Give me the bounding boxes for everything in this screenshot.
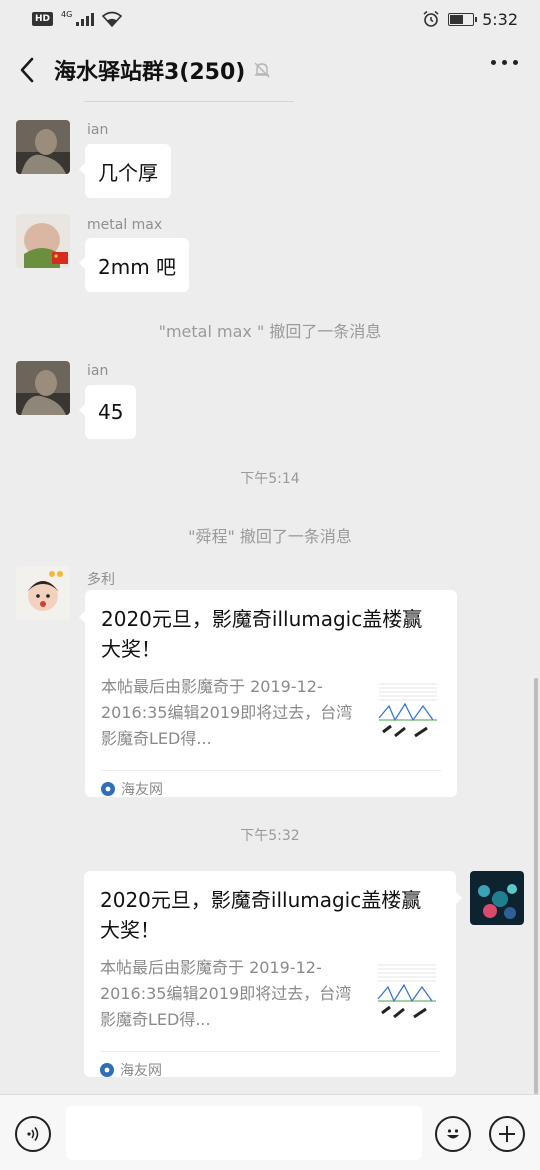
clock: 5:32 — [482, 9, 518, 29]
chat-title[interactable]: 海水驿站群3(250) — [54, 54, 245, 86]
message-bubble[interactable]: 45 — [78, 385, 137, 439]
source-logo-icon — [100, 1062, 114, 1077]
source-logo-icon — [101, 781, 115, 796]
status-right: 5:32 — [422, 10, 518, 29]
card-title: 2020元旦，影魔奇illumagic盖楼赢大奖！ — [101, 607, 423, 661]
chat-header: 海水驿站群3(250) — [0, 38, 540, 102]
avatar-metal-max[interactable] — [16, 214, 70, 268]
message-input[interactable] — [66, 1106, 422, 1160]
sender-name: ian — [87, 122, 109, 138]
voice-icon — [27, 1127, 39, 1141]
wifi-icon — [102, 11, 123, 27]
more-button[interactable] — [491, 60, 518, 65]
battery-icon — [448, 12, 478, 26]
message-bubble[interactable]: 2mm 吧 — [78, 238, 190, 292]
message-text: 45 — [98, 400, 124, 424]
message-text: 几个厚 — [98, 160, 158, 185]
signal-icon — [76, 12, 95, 26]
network-type: 4G — [61, 9, 73, 19]
emoji-icon — [447, 1129, 459, 1139]
input-bar — [0, 1094, 540, 1170]
emoji-button[interactable] — [435, 1116, 471, 1152]
header-divider — [84, 101, 294, 102]
mute-indicator — [253, 61, 271, 79]
plus-icon — [499, 1126, 515, 1142]
card-thumbnail — [375, 676, 441, 748]
scrollbar[interactable] — [534, 678, 538, 1094]
link-card[interactable]: 2020元旦，影魔奇illumagic盖楼赢大奖！ 本帖最后由影魔奇于 2019… — [79, 590, 457, 798]
card-source: 海友网 — [120, 1062, 162, 1079]
status-bar: HD 4G 5:32 — [0, 0, 540, 38]
sender-name: 多利 — [87, 572, 115, 588]
card-footer: 海友网 — [100, 1051, 440, 1087]
card-description: 本帖最后由影魔奇于 2019-12-2016:35编辑2019即将过去，台湾影魔… — [101, 677, 353, 748]
alarm-icon — [423, 10, 439, 27]
timestamp: 下午5:14 — [240, 471, 300, 487]
card-body: 本帖最后由影魔奇于 2019-12-2016:35编辑2019即将过去，台湾影魔… — [100, 955, 440, 1041]
back-button[interactable] — [0, 38, 54, 102]
sender-name: metal max — [87, 217, 163, 233]
avatar-duoli[interactable] — [16, 566, 70, 620]
link-card[interactable]: 2020元旦，影魔奇illumagic盖楼赢大奖！ 本帖最后由影魔奇于 2019… — [84, 871, 462, 1079]
avatar-me[interactable] — [470, 871, 524, 925]
status-left: HD 4G — [32, 9, 123, 27]
recall-notice: "metal max " 撤回了一条消息 — [158, 322, 382, 341]
card-thumbnail — [374, 957, 440, 1029]
card-title: 2020元旦，影魔奇illumagic盖楼赢大奖！ — [100, 888, 422, 942]
card-source: 海友网 — [121, 781, 163, 798]
bell-off-icon — [254, 62, 270, 78]
message-bubble[interactable]: 几个厚 — [79, 144, 171, 198]
plus-button[interactable] — [489, 1116, 525, 1152]
avatar-ian[interactable] — [16, 361, 70, 415]
recall-notice: "舜程" 撤回了一条消息 — [188, 527, 352, 546]
avatar-ian[interactable] — [16, 120, 70, 174]
sender-name: ian — [87, 363, 109, 379]
card-footer: 海友网 — [101, 770, 441, 806]
chevron-left-icon — [20, 57, 34, 83]
message-text: 2mm 吧 — [98, 254, 177, 279]
timestamp: 下午5:32 — [240, 828, 300, 844]
card-description: 本帖最后由影魔奇于 2019-12-2016:35编辑2019即将过去，台湾影魔… — [100, 958, 352, 1029]
voice-button[interactable] — [15, 1116, 51, 1152]
card-body: 本帖最后由影魔奇于 2019-12-2016:35编辑2019即将过去，台湾影魔… — [101, 674, 441, 760]
hd-badge: HD — [32, 12, 54, 26]
